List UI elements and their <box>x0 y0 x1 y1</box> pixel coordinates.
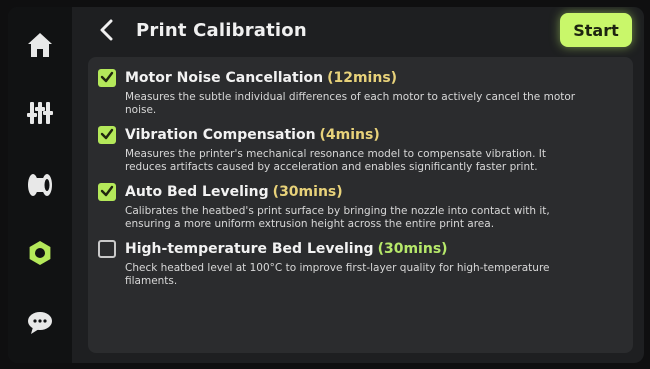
option-motor-noise-cancellation: Motor Noise Cancellation (12mins) Measur… <box>98 67 618 117</box>
chevron-left-icon <box>98 19 116 45</box>
tools-icon <box>25 98 55 128</box>
checkmark-icon <box>100 126 114 145</box>
option-duration: (30mins) <box>377 241 448 257</box>
filament-icon <box>25 170 55 200</box>
start-button[interactable]: Start <box>560 13 632 47</box>
calibration-options-panel: Motor Noise Cancellation (12mins) Measur… <box>88 57 633 353</box>
option-title: High-temperature Bed Leveling <box>125 241 374 257</box>
vibration-checkbox[interactable] <box>98 126 116 144</box>
option-duration: (12mins) <box>327 70 398 86</box>
sidebar-item-tools[interactable] <box>22 95 58 131</box>
back-button[interactable] <box>94 19 120 45</box>
screen: Print Calibration Start Motor Noise Canc… <box>8 7 644 363</box>
option-description: Check heatbed level at 100°C to improve … <box>125 262 550 287</box>
option-duration: (4mins) <box>319 127 380 143</box>
option-description: Measures the printer's mechanical resona… <box>125 148 546 173</box>
auto-bed-leveling-checkbox[interactable] <box>98 183 116 201</box>
high-temp-bed-leveling-checkbox[interactable] <box>98 240 116 258</box>
sidebar-item-calibration[interactable] <box>22 235 58 271</box>
checkmark-icon <box>100 183 114 202</box>
option-auto-bed-leveling: Auto Bed Leveling (30mins) Calibrates th… <box>98 181 618 231</box>
header: Print Calibration Start <box>72 7 644 57</box>
option-description: Calibrates the heatbed's print surface b… <box>125 205 550 230</box>
home-icon <box>25 30 55 60</box>
option-title: Auto Bed Leveling <box>125 184 269 200</box>
sidebar-item-messages[interactable] <box>22 305 58 341</box>
option-description: Measures the subtle individual differenc… <box>125 91 576 116</box>
option-high-temp-bed-leveling: High-temperature Bed Leveling (30mins) C… <box>98 238 618 288</box>
settings-nut-icon <box>25 238 55 268</box>
chat-icon <box>25 308 55 338</box>
option-duration: (30mins) <box>272 184 343 200</box>
option-vibration-compensation: Vibration Compensation (4mins) Measures … <box>98 124 618 174</box>
motor-noise-checkbox[interactable] <box>98 69 116 87</box>
option-title: Vibration Compensation <box>125 127 316 143</box>
sidebar-item-home[interactable] <box>22 27 58 63</box>
page-title: Print Calibration <box>136 20 307 41</box>
sidebar-item-filament[interactable] <box>22 167 58 203</box>
sidebar <box>8 7 72 363</box>
option-title: Motor Noise Cancellation <box>125 70 324 86</box>
checkmark-icon <box>100 69 114 88</box>
